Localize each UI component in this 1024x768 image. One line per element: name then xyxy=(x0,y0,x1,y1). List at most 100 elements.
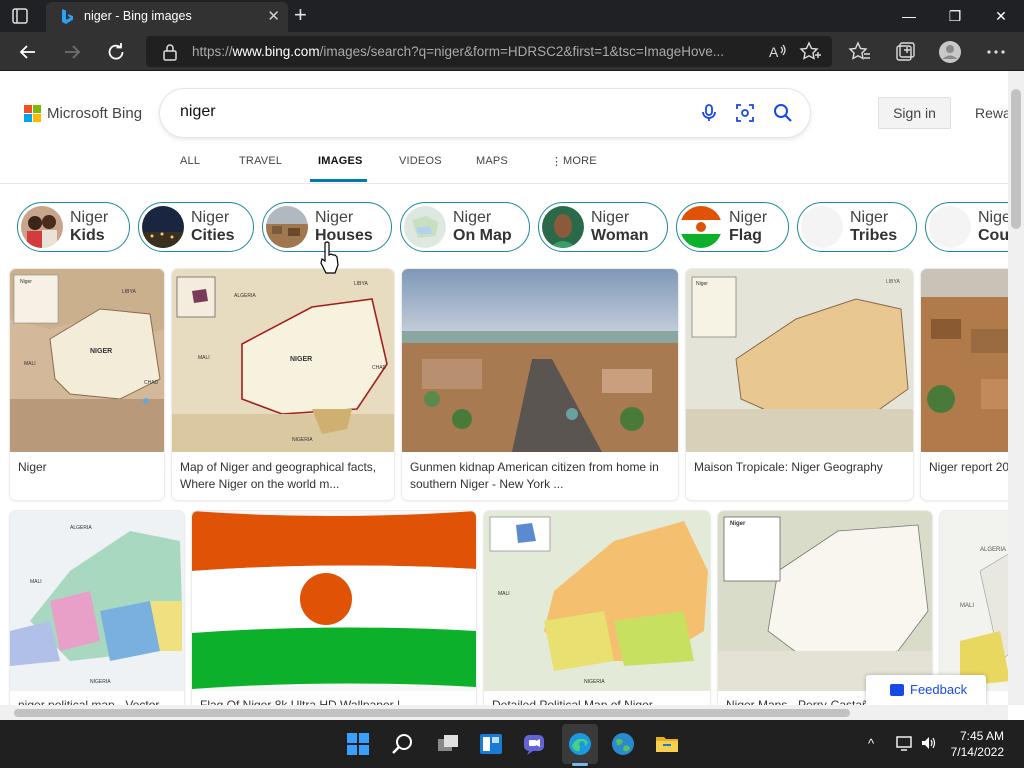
chip-niger-flag[interactable]: Niger Flag xyxy=(676,202,789,252)
chip-label: Niger xyxy=(591,209,630,226)
address-toolbar: https://www.bing.com/images/search?q=nig… xyxy=(0,32,1024,71)
image-result[interactable]: ALGERIA MALI NIGERIA niger political map… xyxy=(10,511,184,705)
chip-niger-kids[interactable]: Niger Kids xyxy=(17,202,130,252)
map-label-mali: MALI xyxy=(960,603,974,609)
map-inset-title: Niger xyxy=(730,521,746,527)
chip-label: Nige xyxy=(978,209,1008,226)
settings-more-icon[interactable] xyxy=(984,40,1008,64)
image-result[interactable]: NIGERIA MALI Detailed Political Map of N… xyxy=(484,511,710,705)
chip-label: Niger xyxy=(729,209,768,226)
volume-icon[interactable] xyxy=(920,734,938,752)
result-caption[interactable]: Maison Tropicale: Niger Geography xyxy=(694,459,905,476)
image-result[interactable]: NIGER ALGERIA LIBYA MALI CHAD NIGERIA Ma… xyxy=(172,269,394,500)
lock-icon[interactable] xyxy=(162,43,178,61)
search-box[interactable] xyxy=(160,89,810,137)
result-caption[interactable]: Niger xyxy=(18,459,156,476)
forward-icon[interactable] xyxy=(60,40,84,64)
tab-images[interactable]: IMAGES xyxy=(318,155,363,167)
chip-label: Niger xyxy=(453,209,492,226)
tab-videos[interactable]: VIDEOS xyxy=(399,155,442,167)
chip-label: Niger xyxy=(315,209,354,226)
active-app-indicator xyxy=(572,763,588,766)
result-caption[interactable]: niger political map - Vector... xyxy=(18,697,176,705)
bing-logo[interactable]: Microsoft Bing xyxy=(24,105,142,122)
result-caption[interactable]: Map of Niger and geographical facts, Whe… xyxy=(180,459,386,493)
chip-sublabel: Woman xyxy=(591,227,649,244)
search-icon[interactable] xyxy=(773,103,793,123)
svg-text:A: A xyxy=(769,44,779,60)
profile-avatar-icon[interactable] xyxy=(938,40,962,64)
file-explorer-icon[interactable] xyxy=(655,732,679,756)
image-result[interactable]: NIGER LIBYA MALI CHAD Niger Niger xyxy=(10,269,164,500)
chip-niger-tribes[interactable]: Niger Tribes xyxy=(797,202,917,252)
rewards-link[interactable]: Rewa xyxy=(975,105,1008,121)
tab-all[interactable]: ALL xyxy=(180,155,200,167)
minimize-icon[interactable]: — xyxy=(886,0,932,32)
task-view-icon[interactable] xyxy=(436,732,460,756)
horizontal-scroll-thumb[interactable] xyxy=(14,709,850,717)
windows-start-icon[interactable] xyxy=(346,732,370,756)
result-caption[interactable]: Detailed Political Map of Niger - Ezilon… xyxy=(492,697,702,705)
result-caption[interactable]: Gunmen kidnap American citizen from home… xyxy=(410,459,670,493)
image-result[interactable]: Niger report 20 xyxy=(921,269,1008,500)
map-label-mali: MALI xyxy=(498,591,510,597)
read-aloud-icon[interactable]: A xyxy=(766,40,790,64)
horizontal-scrollbar[interactable] xyxy=(0,705,1008,720)
back-icon[interactable] xyxy=(16,40,40,64)
favorites-icon[interactable] xyxy=(848,40,872,64)
url-bar[interactable]: https://www.bing.com/images/search?q=nig… xyxy=(146,36,832,67)
map-thumbnail: NIGER ALGERIA LIBYA MALI CHAD NIGERIA xyxy=(172,269,394,452)
chip-niger-woman[interactable]: Niger Woman xyxy=(538,202,668,252)
map-thumbnail: NIGERIA MALI xyxy=(484,511,710,691)
url-text[interactable]: https://www.bing.com/images/search?q=nig… xyxy=(192,44,756,59)
add-favorite-icon[interactable] xyxy=(798,40,822,64)
map-label-niger: NIGER xyxy=(290,356,312,363)
chip-niger-cities[interactable]: Niger Cities xyxy=(138,202,254,252)
vertical-scrollbar[interactable] xyxy=(1008,71,1024,705)
refresh-icon[interactable] xyxy=(104,40,128,64)
tab-title: niger - Bing images xyxy=(84,9,192,23)
image-result[interactable]: Niger LIBYA Maison Tropicale: Niger Geog… xyxy=(686,269,913,500)
visual-search-icon[interactable] xyxy=(735,103,755,123)
new-tab-icon[interactable]: + xyxy=(294,2,307,28)
collections-icon[interactable] xyxy=(893,40,917,64)
title-bar: niger - Bing images ✕ + — ❐ ✕ xyxy=(0,0,1024,32)
active-tab-underline xyxy=(310,179,367,182)
microphone-icon[interactable] xyxy=(699,103,719,123)
tab-maps[interactable]: MAPS xyxy=(476,155,508,167)
search-icon[interactable] xyxy=(391,732,415,756)
feedback-button[interactable]: Feedback xyxy=(866,675,986,705)
tab-more[interactable]: MORE xyxy=(563,155,597,167)
clock-time: 7:45 AM xyxy=(959,729,1004,743)
tab-travel[interactable]: TRAVEL xyxy=(239,155,282,167)
image-result[interactable]: Gunmen kidnap American citizen from home… xyxy=(402,269,678,500)
search-input[interactable] xyxy=(180,103,660,121)
map-label-nigeria: NIGERIA xyxy=(584,679,605,685)
map-label-mali: MALI xyxy=(30,579,42,585)
widgets-icon[interactable] xyxy=(479,732,503,756)
chip-niger-country[interactable]: Nige Cou xyxy=(925,202,1008,252)
image-result[interactable]: Flag Of Niger 8k Ultra HD Wallpaper | Ba… xyxy=(192,511,476,705)
chip-label: Niger xyxy=(70,209,109,226)
network-icon[interactable] xyxy=(895,734,913,752)
teams-chat-icon[interactable] xyxy=(522,732,546,756)
restore-icon[interactable]: ❐ xyxy=(932,0,978,32)
vertical-scroll-thumb[interactable] xyxy=(1011,89,1021,229)
map-label-algeria: ALGERIA xyxy=(234,293,256,299)
chip-niger-on-map[interactable]: Niger On Map xyxy=(400,202,530,252)
show-hidden-icons-icon[interactable]: ^ xyxy=(868,736,874,751)
chip-thumbnail xyxy=(801,206,843,248)
tab-actions-icon[interactable] xyxy=(10,6,30,26)
result-caption[interactable]: Flag Of Niger 8k Ultra HD Wallpaper | Ba… xyxy=(200,697,468,705)
close-window-icon[interactable]: ✕ xyxy=(978,0,1024,32)
globe-app-icon[interactable] xyxy=(611,732,635,756)
sign-in-button[interactable]: Sign in xyxy=(878,97,951,129)
map-thumbnail: ALGERIA MALI xyxy=(940,511,1008,691)
more-dots-icon[interactable]: ⋮ xyxy=(551,155,562,168)
edge-browser-icon[interactable] xyxy=(568,732,592,756)
system-clock[interactable]: 7:45 AM 7/14/2022 xyxy=(948,728,1004,760)
browser-tab[interactable]: niger - Bing images ✕ xyxy=(46,2,288,32)
bing-images-page: Microsoft Bing Sign in Rewa ALL TRAVEL I… xyxy=(0,71,1008,705)
tab-close-icon[interactable]: ✕ xyxy=(267,7,280,25)
result-caption[interactable]: Niger report 20 xyxy=(929,459,1008,476)
